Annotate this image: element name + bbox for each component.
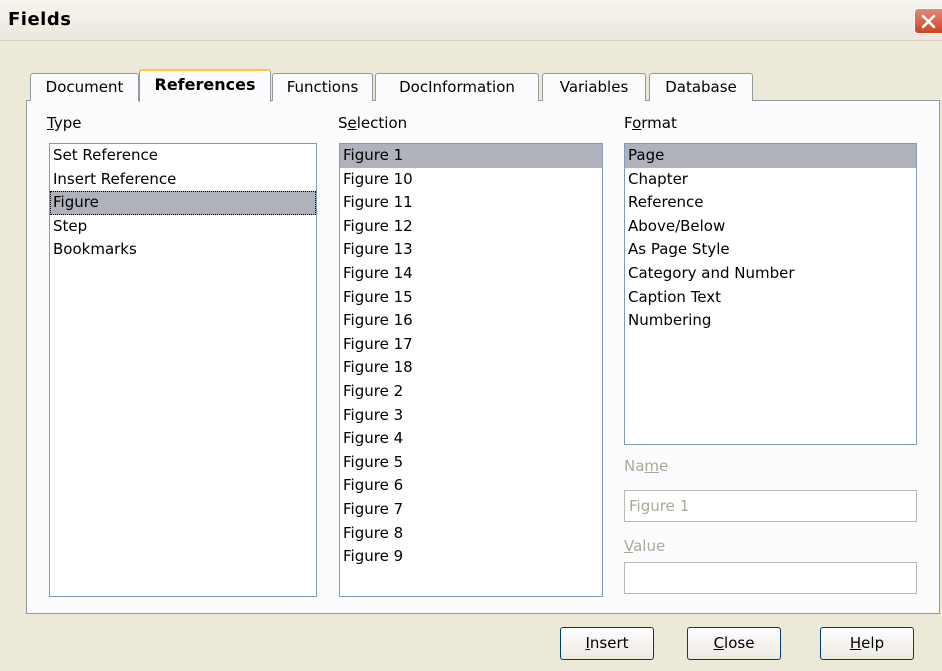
selection-label: Selection: [338, 114, 407, 132]
close-button[interactable]: Close: [687, 627, 781, 660]
list-item[interactable]: Figure 5: [340, 451, 602, 475]
selection-listbox[interactable]: Figure 1 Figure 10 Figure 11 Figure 12 Figur…: [339, 143, 603, 597]
title-bar: Fields: [0, 0, 942, 41]
list-item[interactable]: Figure 1: [340, 144, 602, 168]
tab-functions[interactable]: Functions: [272, 73, 373, 101]
list-item[interactable]: Caption Text: [625, 286, 916, 310]
selection-list: Figure 1 Figure 10 Figure 11 Figure 12 Figur…: [340, 144, 602, 569]
tab-database-label: Database: [665, 78, 737, 96]
tab-database[interactable]: Database: [649, 73, 753, 101]
list-item[interactable]: Figure: [50, 191, 316, 215]
list-item[interactable]: Step: [50, 215, 316, 239]
list-item[interactable]: Page: [625, 144, 916, 168]
value-field[interactable]: [624, 562, 917, 594]
tab-docinformation[interactable]: DocInformation: [375, 73, 539, 101]
close-button-label: lose: [724, 634, 755, 652]
selection-label-pre: S: [338, 114, 348, 132]
help-button-label: elp: [861, 634, 885, 652]
selection-label-rest: lection: [356, 114, 408, 132]
type-listbox[interactable]: Set Reference Insert Reference Figure Step B…: [49, 143, 317, 597]
insert-button-label: nsert: [589, 634, 629, 652]
list-item[interactable]: Figure 14: [340, 262, 602, 286]
format-label-pre: F: [624, 114, 633, 132]
list-item[interactable]: Figure 9: [340, 545, 602, 569]
tab-document[interactable]: Document: [30, 73, 139, 101]
name-field[interactable]: Figure 1: [624, 490, 917, 522]
list-item[interactable]: Numbering: [625, 309, 916, 333]
list-item[interactable]: Figure 2: [340, 380, 602, 404]
value-label: Value: [624, 537, 665, 555]
insert-button[interactable]: Insert: [560, 627, 654, 660]
tab-docinformation-label: DocInformation: [399, 78, 515, 96]
list-item[interactable]: Set Reference: [50, 144, 316, 168]
help-button-mnemonic: H: [849, 634, 862, 652]
format-label-mnemonic: o: [632, 114, 642, 132]
type-label-rest: ype: [53, 114, 82, 132]
format-label: Format: [624, 114, 677, 132]
list-item[interactable]: Figure 13: [340, 238, 602, 262]
list-item[interactable]: Reference: [625, 191, 916, 215]
list-item[interactable]: Figure 6: [340, 474, 602, 498]
value-label-mnemonic: V: [624, 537, 634, 555]
value-label-rest: alue: [633, 537, 666, 555]
format-label-rest: rmat: [641, 114, 677, 132]
list-item[interactable]: Category and Number: [625, 262, 916, 286]
list-item[interactable]: Figure 12: [340, 215, 602, 239]
list-item[interactable]: Above/Below: [625, 215, 916, 239]
list-item[interactable]: Figure 16: [340, 309, 602, 333]
list-item[interactable]: Figure 8: [340, 522, 602, 546]
format-listbox[interactable]: Page Chapter Reference Above/Below As Page S…: [624, 143, 917, 445]
list-item[interactable]: Figure 11: [340, 191, 602, 215]
list-item[interactable]: Figure 4: [340, 427, 602, 451]
format-list: Page Chapter Reference Above/Below As Page S…: [625, 144, 916, 333]
list-item[interactable]: Figure 3: [340, 404, 602, 428]
tab-document-label: Document: [45, 78, 124, 96]
tab-functions-label: Functions: [286, 78, 359, 96]
close-window-button[interactable]: [914, 8, 942, 34]
list-item[interactable]: Chapter: [625, 168, 916, 192]
list-item[interactable]: Figure 7: [340, 498, 602, 522]
list-item[interactable]: Insert Reference: [50, 168, 316, 192]
list-item[interactable]: Figure 10: [340, 168, 602, 192]
selection-label-mnemonic: e: [347, 114, 357, 132]
tab-panel-references: Type Set Reference Insert Reference Figure…: [26, 100, 940, 614]
tab-references-label: References: [154, 75, 256, 94]
type-label-mnemonic: T: [47, 114, 54, 132]
fields-dialog: Fields Type Set Reference Insert Referenc…: [0, 0, 942, 671]
tab-references[interactable]: References: [139, 69, 271, 102]
type-list: Set Reference Insert Reference Figure Step B…: [50, 144, 316, 262]
name-label-rest: e: [659, 457, 669, 475]
list-item[interactable]: Bookmarks: [50, 238, 316, 262]
list-item[interactable]: Figure 17: [340, 333, 602, 357]
list-item[interactable]: Figure 15: [340, 286, 602, 310]
help-button[interactable]: Help: [820, 627, 914, 660]
name-label-mnemonic: m: [644, 457, 660, 475]
close-button-mnemonic: C: [713, 634, 725, 652]
name-label-pre: Na: [624, 457, 645, 475]
window-title: Fields: [8, 9, 72, 30]
list-item[interactable]: Figure 18: [340, 356, 602, 380]
list-item[interactable]: As Page Style: [625, 238, 916, 262]
tab-variables-label: Variables: [559, 78, 629, 96]
tab-variables[interactable]: Variables: [542, 73, 646, 101]
name-label: Name: [624, 457, 668, 475]
type-label: Type: [47, 114, 81, 132]
